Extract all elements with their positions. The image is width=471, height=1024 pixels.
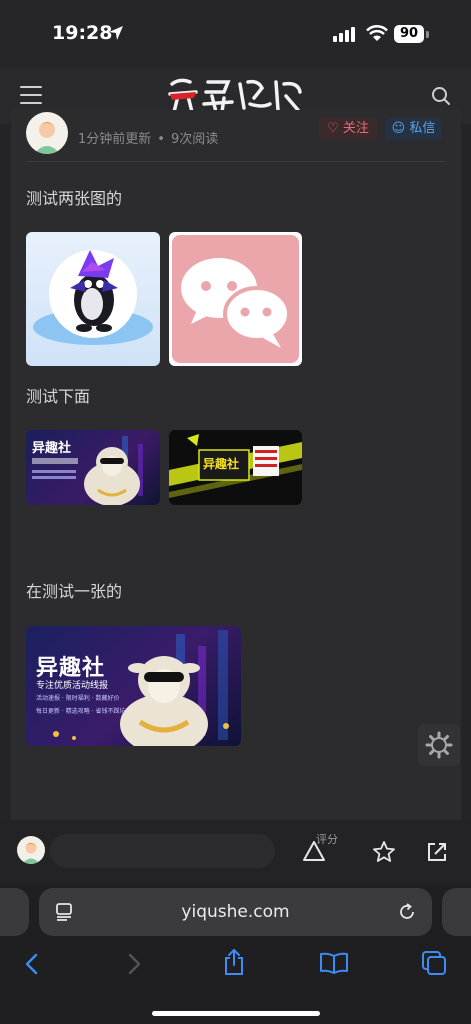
follow-label: 关注	[342, 121, 369, 136]
author-row: 1分钟前更新 • 9次阅读 ♡ 关注 ☺ 私信	[26, 112, 446, 162]
bookmarks-icon[interactable]	[319, 951, 349, 975]
banner-tags-2: 每日更新 · 精选攻略 · 省钱不踩坑	[36, 708, 126, 715]
home-indicator	[152, 1011, 320, 1016]
rating-triangle-icon[interactable]	[302, 840, 326, 862]
location-arrow-icon	[109, 26, 123, 40]
cellular-signal-icon	[333, 27, 355, 42]
back-icon[interactable]	[22, 952, 40, 976]
wechat-logo-image[interactable]	[169, 232, 302, 366]
star-icon[interactable]	[372, 840, 396, 864]
menu-icon[interactable]	[20, 86, 42, 104]
read-count: 9次阅读	[170, 132, 219, 147]
url-text: yiqushe.com	[181, 902, 290, 922]
update-time: 1分钟前更新	[78, 132, 152, 147]
message-label: 私信	[409, 121, 436, 136]
share-out-icon[interactable]	[425, 840, 449, 864]
banner-tags-1: 活动速报 · 限时福利 · 数藏好价	[36, 695, 120, 702]
status-bar: 19:28 90	[0, 0, 471, 68]
comment-input[interactable]	[50, 834, 275, 868]
article-heading-3: 在测试一张的	[26, 582, 123, 601]
tabs-icon[interactable]	[421, 950, 447, 976]
penguin-mascot-image[interactable]	[26, 232, 160, 366]
forward-icon[interactable]	[126, 952, 144, 976]
settings-float-button[interactable]	[418, 724, 460, 766]
divider	[26, 161, 446, 162]
sheep-banner-small[interactable]: 异趣社	[26, 430, 160, 505]
status-time: 19:28	[52, 22, 113, 44]
gear-icon	[425, 731, 453, 759]
wifi-icon	[366, 25, 388, 41]
svg-text:异趣社: 异趣社	[32, 440, 71, 456]
message-button[interactable]: ☺ 私信	[385, 118, 442, 140]
article-heading-1: 测试两张图的	[26, 189, 123, 208]
follow-button[interactable]: ♡ 关注	[319, 118, 377, 140]
user-avatar[interactable]	[17, 836, 45, 864]
svg-text:异趣社: 异趣社	[203, 456, 239, 471]
search-icon[interactable]	[431, 86, 451, 106]
share-icon[interactable]	[222, 948, 246, 976]
reload-icon[interactable]	[397, 902, 417, 922]
article-meta: 1分钟前更新 • 9次阅读	[78, 132, 219, 147]
address-bar[interactable]: yiqushe.com	[39, 888, 432, 936]
next-tab[interactable]	[442, 888, 471, 936]
battery-level: 90	[394, 25, 424, 43]
banner-tagline: 专注优质活动线报	[36, 681, 109, 691]
sheep-banner-large[interactable]: 异趣社 专注优质活动线报 活动速报 · 限时福利 · 数藏好价 每日更新 · 精…	[26, 626, 241, 746]
battery-tip	[426, 31, 429, 38]
article-heading-2: 测试下面	[26, 387, 91, 406]
author-avatar[interactable]	[26, 112, 68, 154]
previous-tab[interactable]	[0, 888, 29, 936]
promo-banner-yellow[interactable]: 异趣社	[169, 430, 302, 505]
